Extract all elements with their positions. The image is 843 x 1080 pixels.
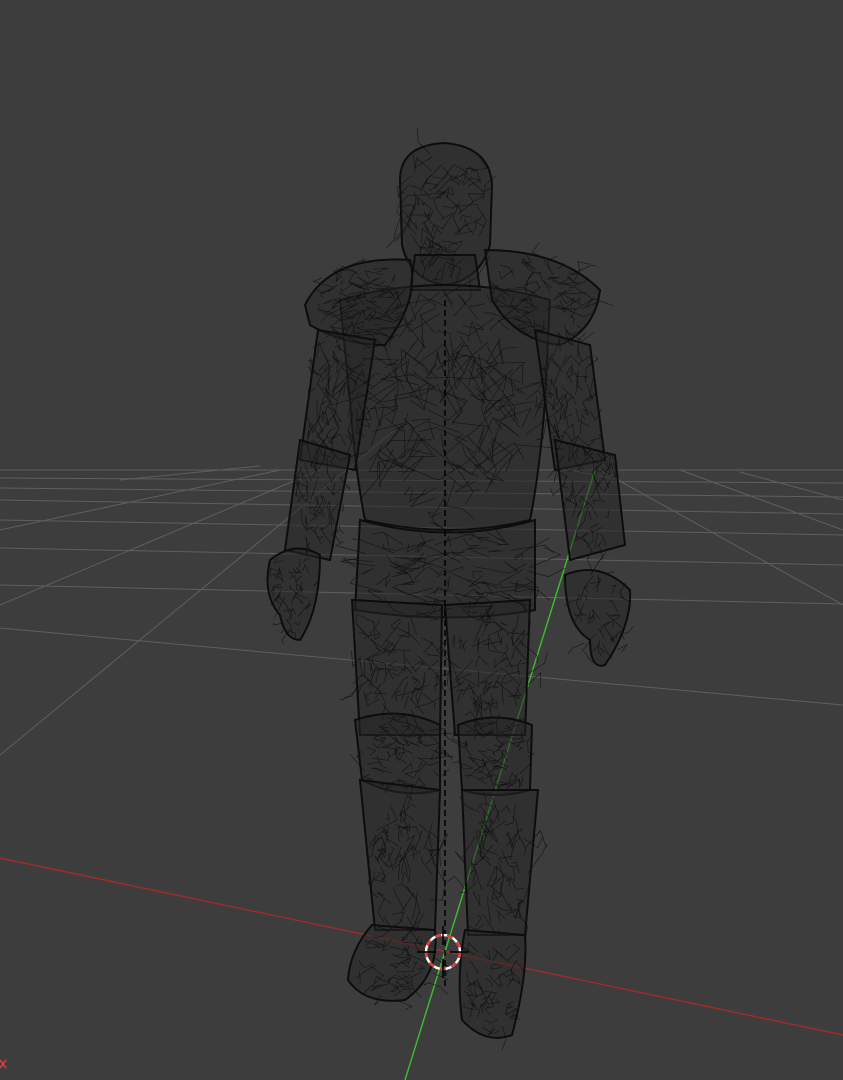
- 3d-viewport[interactable]: [0, 0, 843, 1080]
- viewport-canvas[interactable]: [0, 0, 843, 1080]
